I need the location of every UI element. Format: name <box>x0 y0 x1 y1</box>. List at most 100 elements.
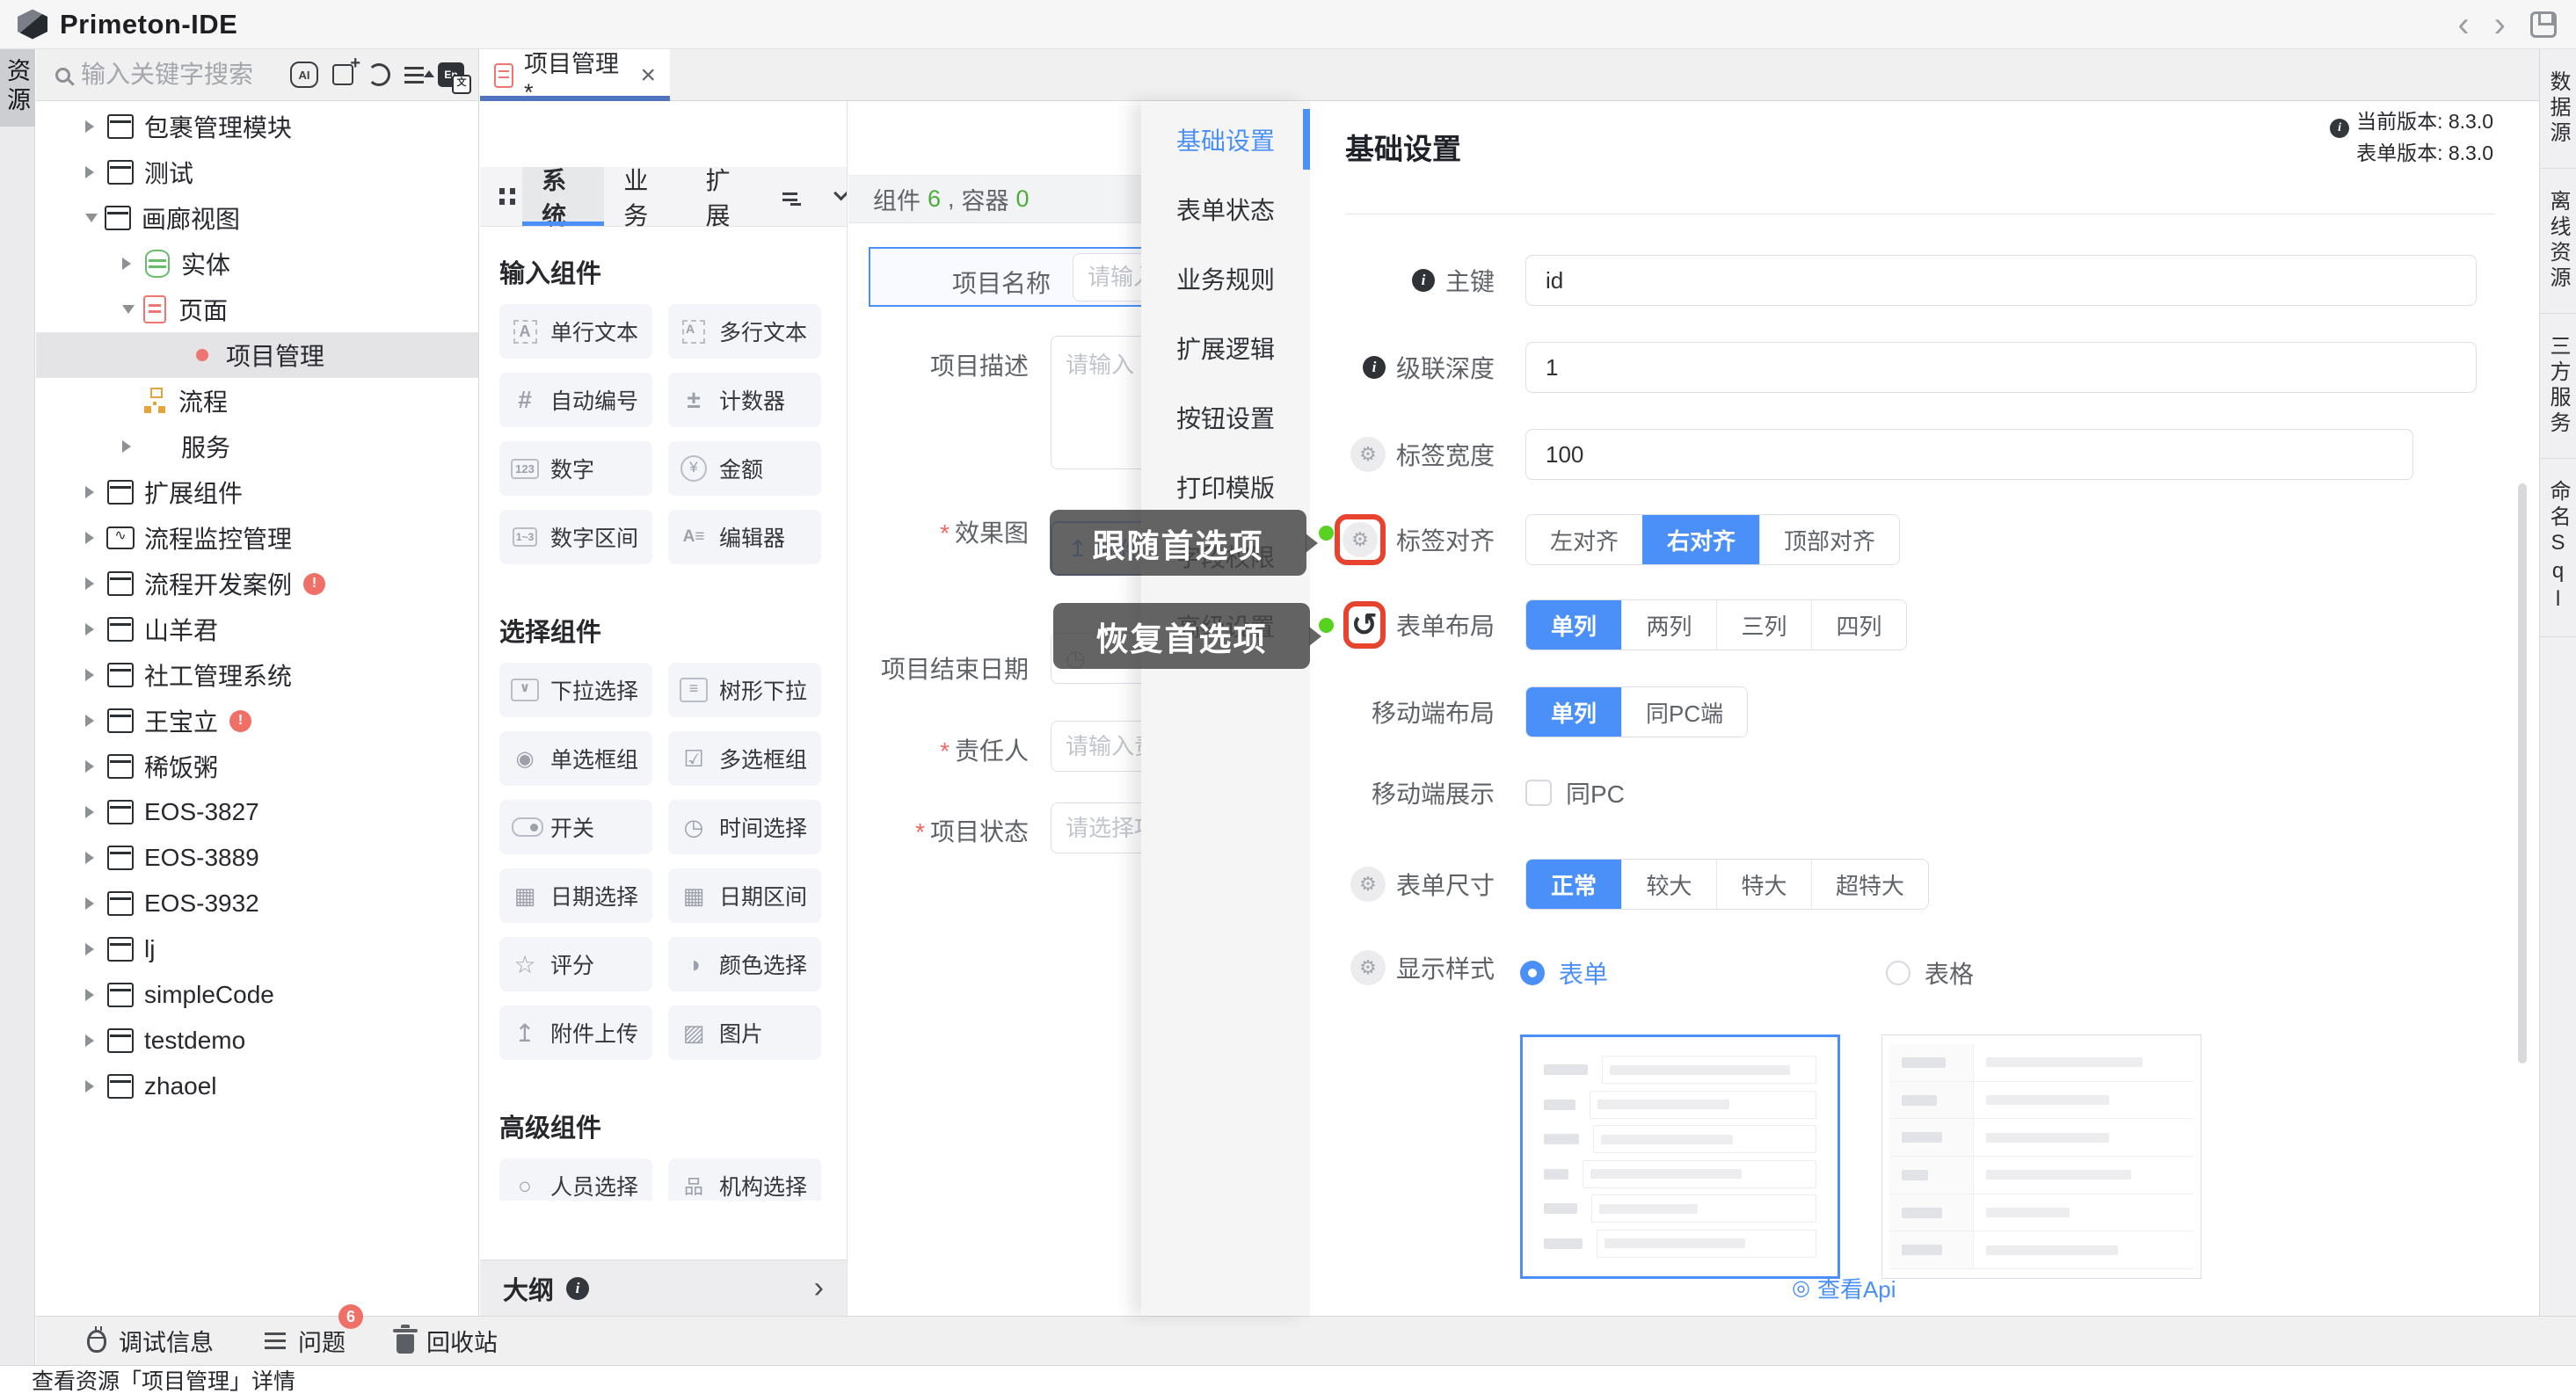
expand-arrow-icon[interactable] <box>85 1035 100 1047</box>
palette-tab[interactable]: 业务 <box>604 167 686 226</box>
palette-component[interactable]: 单行文本 <box>499 304 652 359</box>
right-rail-tab[interactable]: 命名Sql <box>2540 459 2576 637</box>
nav-forward-icon[interactable]: › <box>2494 7 2506 42</box>
palette-component[interactable]: 人员选择 <box>499 1158 652 1201</box>
tree-item[interactable]: EOS-3932 <box>36 881 478 926</box>
palette-component[interactable]: 日期选择 <box>499 868 652 923</box>
expand-arrow-icon[interactable] <box>85 760 100 773</box>
cascade-depth-input[interactable] <box>1525 342 2477 393</box>
save-icon[interactable] <box>2530 11 2557 38</box>
primary-key-input[interactable] <box>1525 255 2477 306</box>
palette-tab[interactable]: 系统 <box>522 167 604 226</box>
search-input[interactable] <box>81 61 280 89</box>
palette-component[interactable]: 单选框组 <box>499 731 652 786</box>
tree-item[interactable]: 王宝立 ! <box>36 698 478 744</box>
palette-component[interactable]: 下拉选择 <box>499 663 652 717</box>
tree-item[interactable]: 社工管理系统 <box>36 652 478 698</box>
reset-icon[interactable]: ↺ <box>1351 609 1378 641</box>
expand-arrow-icon[interactable] <box>122 305 135 320</box>
tree-item[interactable]: lj <box>36 926 478 972</box>
tree-item[interactable]: 流程开发案例 ! <box>36 561 478 606</box>
segment-option[interactable]: 特大 <box>1716 860 1811 909</box>
palette-tab[interactable]: 扩展 <box>686 167 768 226</box>
palette-component[interactable]: 时间选择 <box>668 800 821 854</box>
chevron-right-icon[interactable]: › <box>814 1271 824 1305</box>
tree-item[interactable]: 实体 <box>36 241 478 287</box>
palette-component[interactable]: 数字区间 <box>499 510 652 564</box>
recycle-bin-button[interactable]: 回收站 <box>397 1324 498 1358</box>
gear-icon[interactable]: ⚙ <box>1343 522 1378 557</box>
gear-icon[interactable]: ⚙ <box>1350 867 1386 902</box>
tree-item[interactable]: 山羊君 <box>36 606 478 652</box>
debug-info-button[interactable]: 调试信息 <box>87 1324 214 1358</box>
expand-arrow-icon[interactable] <box>85 669 100 681</box>
right-rail-tab[interactable]: 三方服务 <box>2540 314 2576 459</box>
palette-component[interactable]: 自动编号 <box>499 373 652 427</box>
segment-option[interactable]: 单列 <box>1526 687 1621 737</box>
expand-arrow-icon[interactable] <box>85 989 100 1001</box>
tree-item[interactable]: EOS-3827 <box>36 789 478 835</box>
palette-component[interactable]: 评分 <box>499 937 652 991</box>
settings-menu-item[interactable]: 基础设置 <box>1141 105 1310 174</box>
problems-button[interactable]: 问题 6 <box>265 1324 346 1358</box>
right-rail-tab[interactable]: 数据源 <box>2540 49 2576 169</box>
segment-option[interactable]: 四列 <box>1811 600 1906 650</box>
palette-component[interactable]: 树形下拉 <box>668 663 821 717</box>
tree-item[interactable]: 测试 <box>36 149 478 195</box>
radio-table-style[interactable]: 表格 <box>1886 955 1974 991</box>
tab-project-management[interactable]: 项目管理* × <box>480 49 670 101</box>
expand-arrow-icon[interactable] <box>85 1080 100 1093</box>
palette-component[interactable]: 机构选择 <box>668 1158 821 1201</box>
segment-option[interactable]: 正常 <box>1526 860 1621 909</box>
expand-arrow-icon[interactable] <box>122 440 137 453</box>
tree-item[interactable]: EOS-3889 <box>36 835 478 881</box>
palette-component[interactable]: 附件上传 <box>499 1006 652 1060</box>
settings-menu-item[interactable]: 扩展逻辑 <box>1141 313 1310 382</box>
gear-icon[interactable]: ⚙ <box>1350 437 1386 472</box>
components-grid-icon[interactable] <box>499 188 505 194</box>
settings-menu-item[interactable]: 按钮设置 <box>1141 382 1310 452</box>
palette-component[interactable]: 图片 <box>668 1006 821 1060</box>
palette-component[interactable]: 颜色选择 <box>668 937 821 991</box>
radio-off-icon[interactable] <box>1886 961 1910 985</box>
segment-option[interactable]: 两列 <box>1621 600 1716 650</box>
tree-item[interactable]: 画廊视图 <box>36 195 478 241</box>
segment-option[interactable]: 同PC端 <box>1621 687 1747 737</box>
tree-item[interactable]: 扩展组件 <box>36 469 478 515</box>
rail-tab-resources[interactable]: 资源 <box>0 49 35 127</box>
table-style-preview[interactable] <box>1881 1035 2201 1279</box>
segment-option[interactable]: 较大 <box>1621 860 1716 909</box>
expand-arrow-icon[interactable] <box>85 806 100 818</box>
nav-back-icon[interactable]: ‹ <box>2457 7 2469 42</box>
tree-item[interactable]: simpleCode <box>36 972 478 1018</box>
expand-arrow-icon[interactable] <box>85 532 100 544</box>
tree-item[interactable]: testdemo <box>36 1018 478 1064</box>
expand-arrow-icon[interactable] <box>85 577 100 590</box>
palette-component[interactable]: 开关 <box>499 800 652 854</box>
expand-arrow-icon[interactable] <box>122 258 137 270</box>
sort-list-icon[interactable] <box>404 67 424 69</box>
view-api-link[interactable]: ◎ 查看Api <box>1792 1272 1896 1304</box>
tree-item[interactable]: 页面 <box>36 287 478 332</box>
segment-option[interactable]: 超特大 <box>1811 860 1928 909</box>
palette-component[interactable]: 编辑器 <box>668 510 821 564</box>
chevron-down-icon[interactable] <box>833 185 848 201</box>
segment-option[interactable]: 左对齐 <box>1526 515 1642 564</box>
radio-on-icon[interactable] <box>1520 961 1545 985</box>
palette-component[interactable]: 金额 <box>668 441 821 496</box>
palette-component[interactable]: 日期区间 <box>668 868 821 923</box>
expand-arrow-icon[interactable] <box>85 715 100 727</box>
segment-option[interactable]: 顶部对齐 <box>1759 515 1899 564</box>
segment-option[interactable]: 右对齐 <box>1642 515 1759 564</box>
tab-close-icon[interactable]: × <box>640 61 656 91</box>
right-rail-tab[interactable]: 离线资源 <box>2540 169 2576 314</box>
label-width-input[interactable] <box>1525 429 2413 480</box>
translate-icon[interactable]: En <box>438 62 464 87</box>
settings-menu-item[interactable]: 业务规则 <box>1141 243 1310 313</box>
expand-arrow-icon[interactable] <box>85 166 100 178</box>
palette-component[interactable]: 计数器 <box>668 373 821 427</box>
tree-item[interactable]: 稀饭粥 <box>36 744 478 789</box>
radio-form-style[interactable]: 表单 <box>1520 955 1608 991</box>
tree-item[interactable]: 项目管理 <box>36 332 478 378</box>
expand-arrow-icon[interactable] <box>85 486 100 498</box>
